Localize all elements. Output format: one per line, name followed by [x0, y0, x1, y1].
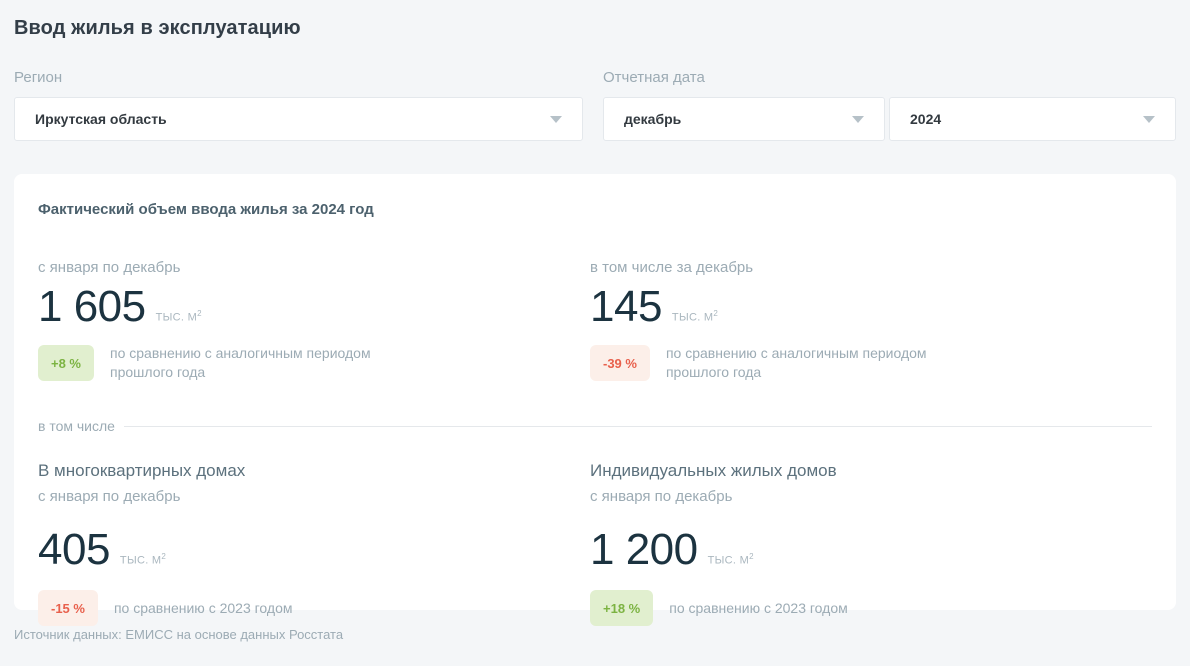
region-select[interactable]: Иркутская область [14, 97, 583, 141]
delta-badge: +18 % [590, 590, 653, 626]
region-select-value: Иркутская область [35, 111, 167, 127]
breakdown-block-individual: Индивидуальных жилых домов с января по д… [590, 461, 1152, 626]
chevron-down-icon [550, 116, 562, 123]
stat-period-label: с января по декабрь [590, 488, 1152, 505]
stat-period-label: с января по декабрь [38, 488, 590, 505]
stat-value: 1 200 [590, 528, 698, 572]
month-select-value: декабрь [624, 111, 681, 127]
breakdown-title: В многоквартирных домах [38, 461, 590, 481]
filters-bar: Регион Иркутская область Отчетная дата д… [14, 69, 1176, 141]
section-divider: в том числе [38, 418, 1152, 434]
breakdown-block-apartments: В многоквартирных домах с января по дека… [38, 461, 590, 626]
delta-badge: -39 % [590, 345, 650, 381]
comparison-note: по сравнению с 2023 годом [669, 599, 848, 618]
stat-block-total: с января по декабрь 1 605 тыс. м2 +8 % п… [38, 259, 590, 382]
divider-label: в том числе [38, 418, 115, 434]
stat-unit: тыс. м2 [708, 552, 754, 567]
source-note: Источник данных: ЕМИСС на основе данных … [14, 627, 1176, 642]
comparison-note: по сравнению с аналогичным периодом прош… [110, 344, 410, 382]
region-filter-label: Регион [14, 69, 583, 86]
stat-unit: тыс. м2 [672, 309, 718, 324]
delta-badge: -15 % [38, 590, 98, 626]
report-date-filter-label: Отчетная дата [603, 69, 1176, 86]
totals-row: с января по декабрь 1 605 тыс. м2 +8 % п… [38, 259, 1152, 382]
chevron-down-icon [852, 116, 864, 123]
comparison-note: по сравнению с аналогичным периодом прош… [666, 344, 966, 382]
stat-value: 145 [590, 285, 662, 329]
stat-value: 405 [38, 528, 110, 572]
year-select-value: 2024 [910, 111, 941, 127]
breakdown-title: Индивидуальных жилых домов [590, 461, 1152, 481]
month-select[interactable]: декабрь [603, 97, 885, 141]
card-title: Фактический объем ввода жилья за 2024 го… [38, 201, 1152, 218]
dashboard-page: Ввод жилья в эксплуатацию Регион Иркутск… [0, 0, 1190, 666]
region-filter-group: Регион Иркутская область [14, 69, 583, 141]
report-date-selects: декабрь 2024 [603, 97, 1176, 141]
comparison-note: по сравнению с 2023 годом [114, 599, 293, 618]
stat-unit: тыс. м2 [120, 552, 166, 567]
chevron-down-icon [1143, 116, 1155, 123]
divider-line [124, 426, 1152, 427]
stats-card: Фактический объем ввода жилья за 2024 го… [14, 174, 1176, 610]
delta-badge: +8 % [38, 345, 94, 381]
stat-period-label: с января по декабрь [38, 259, 590, 276]
stat-block-month: в том числе за декабрь 145 тыс. м2 -39 %… [590, 259, 1152, 382]
stat-value: 1 605 [38, 285, 146, 329]
year-select[interactable]: 2024 [889, 97, 1176, 141]
breakdown-row: В многоквартирных домах с января по дека… [38, 461, 1152, 626]
stat-period-label: в том числе за декабрь [590, 259, 1152, 276]
page-title: Ввод жилья в эксплуатацию [14, 0, 1176, 40]
report-date-filter-group: Отчетная дата декабрь 2024 [603, 69, 1176, 141]
stat-unit: тыс. м2 [156, 309, 202, 324]
